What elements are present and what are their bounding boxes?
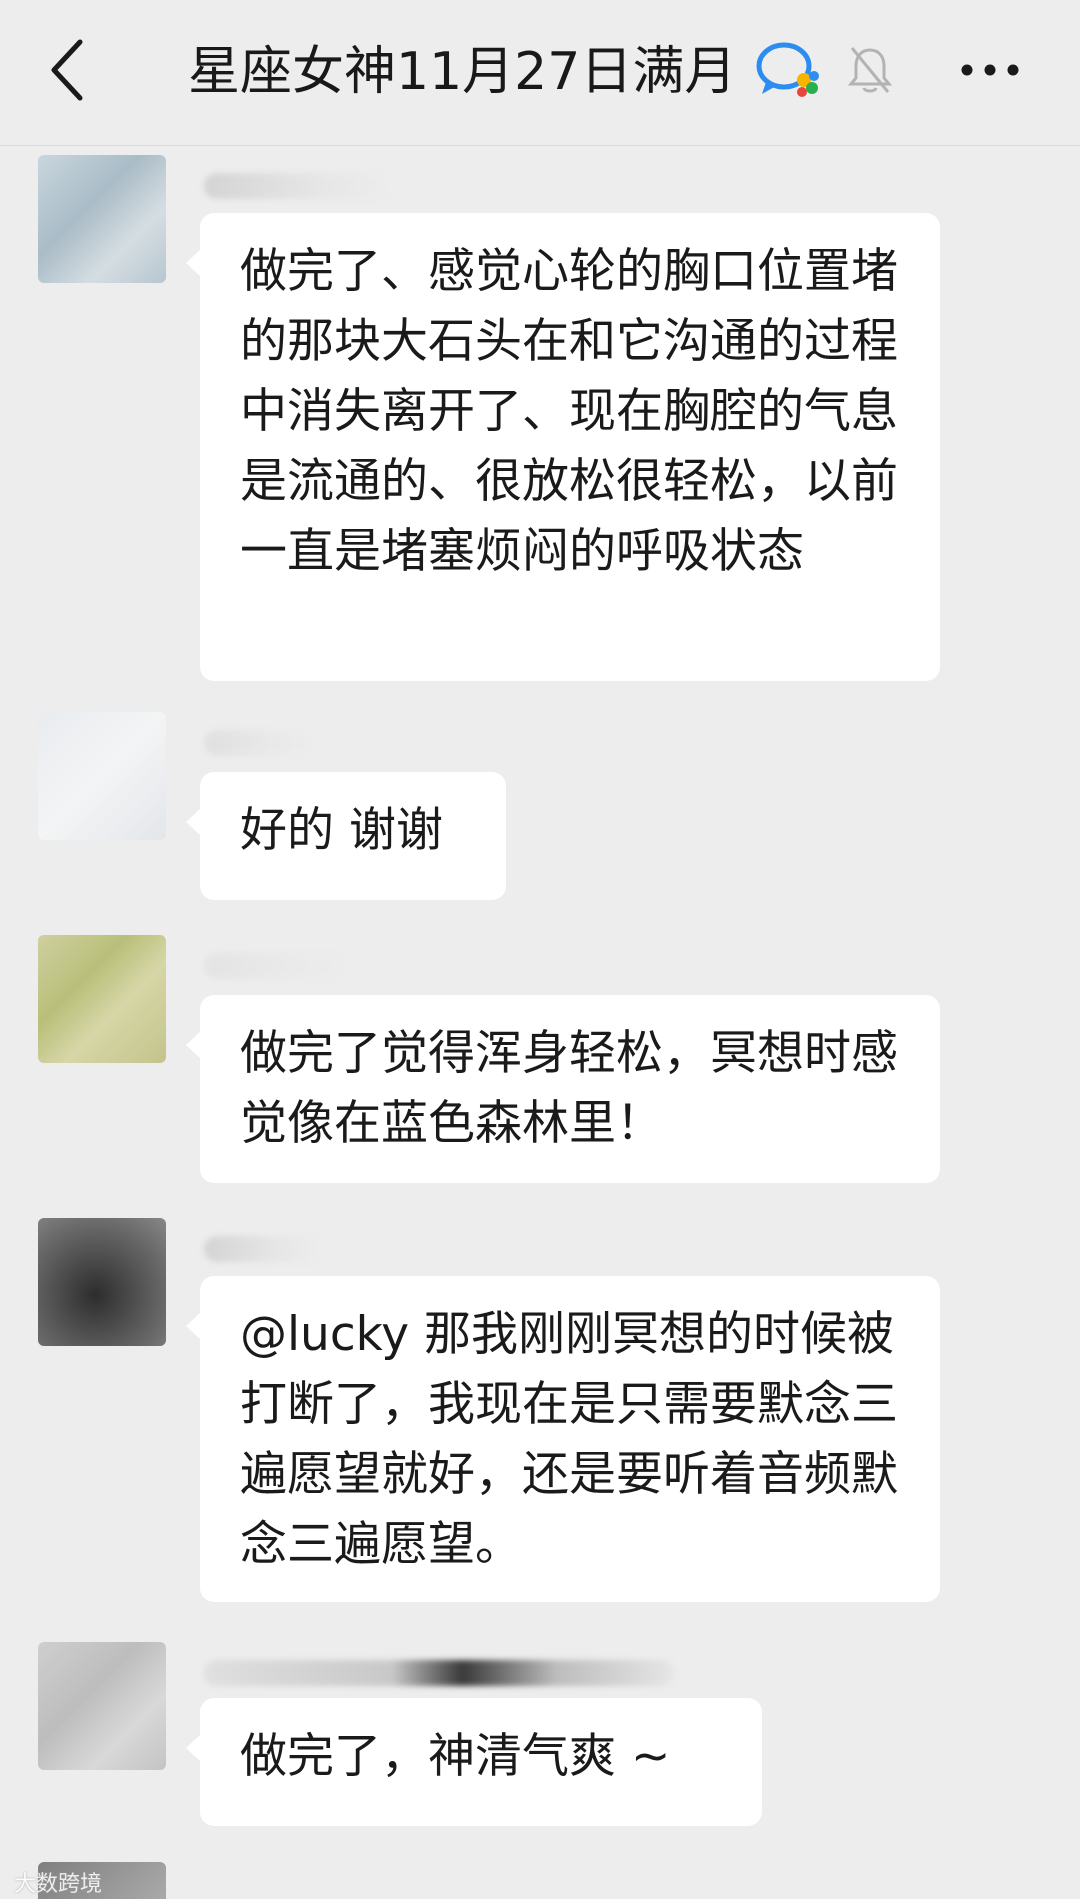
sender-name-redacted (204, 730, 314, 756)
bell-mute-icon (846, 44, 894, 96)
message-item: 做完了觉得浑身轻松，冥想时感觉像在蓝色森林里！ (0, 935, 1080, 1185)
message-bubble[interactable]: @lucky 那我刚刚冥想的时候被打断了，我现在是只需要默念三遍愿望就好，还是要… (186, 1276, 940, 1602)
message-bubble[interactable]: 做完了觉得浑身轻松，冥想时感觉像在蓝色森林里！ (186, 995, 940, 1183)
chevron-left-icon (51, 39, 83, 101)
more-button[interactable] (955, 55, 1025, 85)
avatar[interactable] (38, 1642, 166, 1770)
avatar[interactable] (38, 935, 166, 1063)
message-item: 做完了、感觉心轮的胸口位置堵的那块大石头在和它沟通的过程中消失离开了、现在胸腔的… (0, 155, 1080, 685)
message-bubble[interactable]: 做完了、感觉心轮的胸口位置堵的那块大石头在和它沟通的过程中消失离开了、现在胸腔的… (186, 213, 940, 681)
wecom-chat-icon[interactable] (752, 38, 824, 102)
message-item: 做完了，神清气爽 ~ (0, 1642, 1080, 1842)
back-button[interactable] (40, 30, 100, 110)
message-item: @lucky 那我刚刚冥想的时候被打断了，我现在是只需要默念三遍愿望就好，还是要… (0, 1218, 1080, 1638)
message-bubble[interactable]: 做完了，神清气爽 ~ (186, 1698, 762, 1826)
avatar[interactable] (38, 712, 166, 840)
chat-header: 星座女神11月27日满月 (0, 0, 1080, 146)
sender-name-redacted (204, 953, 354, 979)
chat-title: 星座女神11月27日满月 (188, 42, 737, 102)
sender-name-redacted (204, 173, 394, 199)
message-item: 好的 谢谢 (0, 712, 1080, 902)
avatar[interactable] (38, 155, 166, 283)
watermark: 大数跨境 (14, 1872, 103, 1897)
message-item (0, 1862, 1080, 1899)
sender-name-redacted (204, 1660, 674, 1686)
message-bubble[interactable]: 好的 谢谢 (186, 772, 506, 900)
sender-name-redacted (204, 1236, 324, 1262)
avatar[interactable] (38, 1218, 166, 1346)
